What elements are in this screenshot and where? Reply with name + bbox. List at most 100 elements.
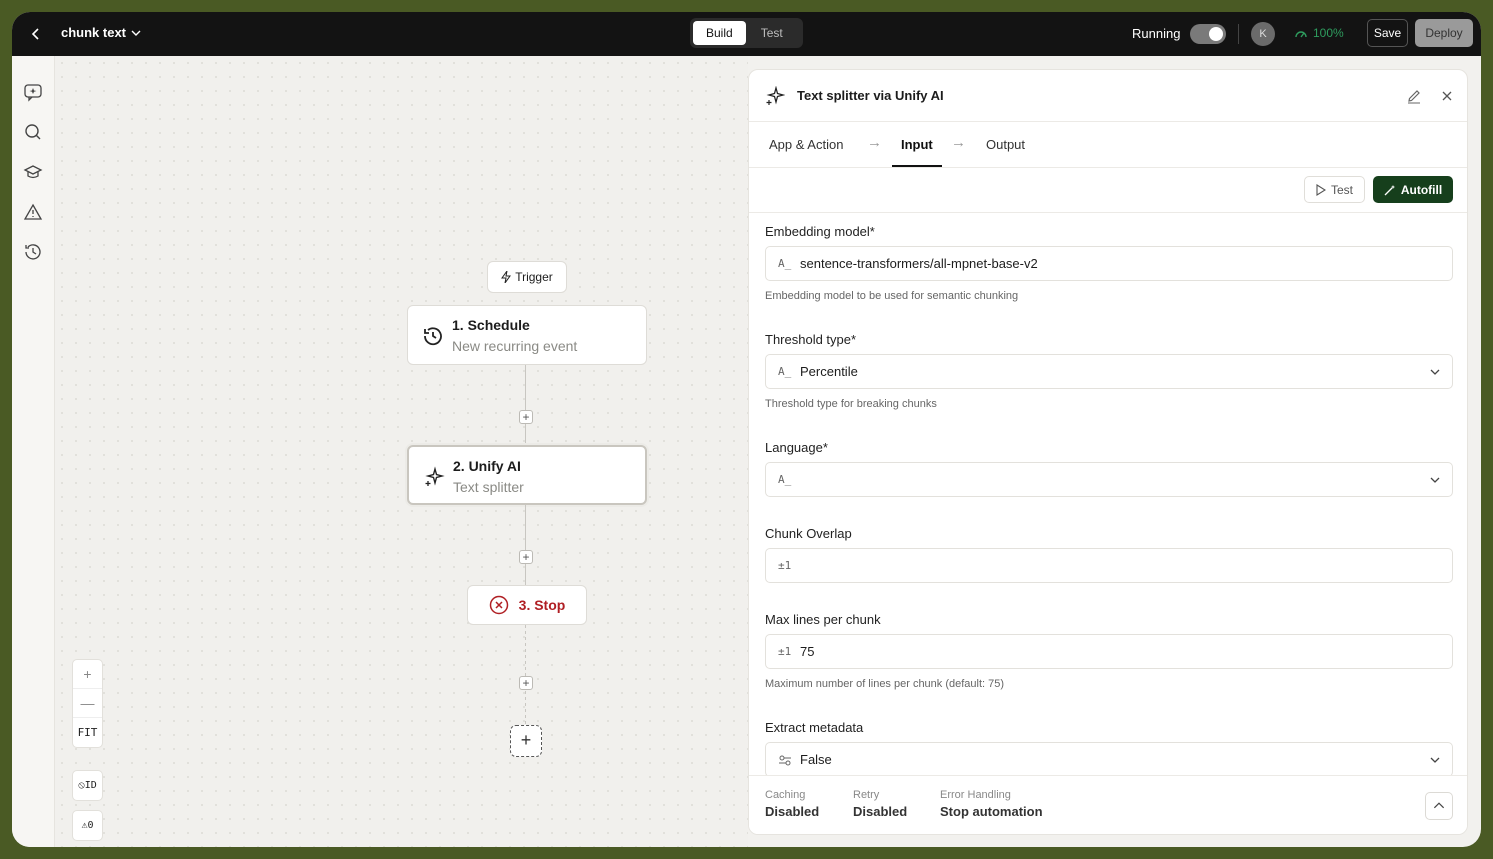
connector xyxy=(525,505,526,585)
chevron-up-icon[interactable] xyxy=(1425,792,1453,820)
max-lines-label: Max lines per chunk xyxy=(765,612,881,627)
language-label: Language* xyxy=(765,440,828,455)
caching-label: Caching xyxy=(765,789,806,801)
top-bar: chunk text Build Test Running K 100% Sav… xyxy=(12,12,1481,56)
trigger-label: Trigger xyxy=(515,270,553,284)
autofill-label: Autofill xyxy=(1400,182,1443,197)
trigger-node[interactable]: Trigger xyxy=(487,261,567,293)
deploy-button[interactable]: Deploy xyxy=(1415,19,1473,47)
retry-label: Retry xyxy=(853,789,880,801)
toggle-ids-button[interactable]: ⦸ID xyxy=(72,770,103,801)
close-icon[interactable] xyxy=(1439,88,1455,104)
text-type-icon: A̲ xyxy=(778,473,792,486)
sparkle-chat-icon[interactable] xyxy=(23,82,43,102)
max-lines-field[interactable]: ±1 75 xyxy=(765,634,1453,669)
clock-refresh-icon xyxy=(424,327,442,346)
caching-value: Disabled xyxy=(765,804,820,819)
threshold-type-label: Threshold type* xyxy=(765,332,857,347)
number-type-icon: ±1 xyxy=(778,645,792,658)
text-type-icon: A̲ xyxy=(778,365,792,378)
sparkles-icon xyxy=(766,86,785,105)
panel-tabs: App & Action → Input → Output xyxy=(749,122,1467,168)
tab-test[interactable]: Test xyxy=(748,21,796,45)
edit-pencil-icon[interactable] xyxy=(1406,88,1422,104)
history-icon[interactable] xyxy=(23,242,43,262)
active-tab-indicator xyxy=(892,165,942,167)
extract-metadata-value: False xyxy=(800,752,832,767)
max-lines-help: Maximum number of lines per chunk (defau… xyxy=(765,678,1005,690)
mode-switcher: Build Test xyxy=(690,18,803,48)
retry-setting[interactable]: Retry Disabled xyxy=(853,789,907,819)
add-step-button[interactable]: + xyxy=(519,550,533,564)
graduation-cap-icon[interactable] xyxy=(23,162,43,182)
step-schedule[interactable]: 1. Schedule New recurring event xyxy=(407,305,647,365)
play-icon xyxy=(1316,183,1326,196)
divider xyxy=(1238,24,1239,44)
input-form: Embedding model* A̲ sentence-transformer… xyxy=(749,213,1467,775)
zoom-out-button[interactable]: — xyxy=(73,689,102,718)
step-title: 2. Unify AI xyxy=(453,458,521,474)
language-select[interactable]: A̲ xyxy=(765,462,1453,497)
warning-icon[interactable] xyxy=(23,202,43,222)
warnings-button[interactable]: ⚠0 xyxy=(72,810,103,841)
error-handling-setting[interactable]: Error Handling Stop automation xyxy=(940,789,1043,819)
arrow-right-icon: → xyxy=(867,134,882,151)
autofill-button[interactable]: Autofill xyxy=(1373,176,1453,203)
tab-app-action[interactable]: App & Action xyxy=(769,137,843,152)
stop-circle-x-icon xyxy=(489,595,508,615)
magic-wand-icon xyxy=(1384,184,1395,195)
step-stop[interactable]: 3. Stop xyxy=(467,585,587,625)
running-toggle[interactable] xyxy=(1190,24,1226,44)
workflow-canvas[interactable]: Trigger 1. Schedule New recurring event … xyxy=(55,56,748,847)
connector xyxy=(525,625,526,725)
add-step-button[interactable]: + xyxy=(519,410,533,424)
add-node-button[interactable]: + xyxy=(510,725,542,757)
step-subtitle: Text splitter xyxy=(453,479,524,495)
gauge-icon xyxy=(1295,31,1307,38)
stop-label: 3. Stop xyxy=(518,597,566,613)
search-icon[interactable] xyxy=(23,122,43,142)
tab-input[interactable]: Input xyxy=(901,137,933,152)
chevron-down-icon xyxy=(1430,477,1440,483)
save-button[interactable]: Save xyxy=(1367,19,1408,47)
max-lines-value: 75 xyxy=(800,644,815,659)
tab-output[interactable]: Output xyxy=(986,137,1025,152)
left-sidebar xyxy=(12,56,55,847)
chevron-down-icon xyxy=(131,30,141,36)
chevron-down-icon xyxy=(1430,757,1440,763)
panel-header: Text splitter via Unify AI xyxy=(749,70,1467,122)
toggle-type-icon xyxy=(779,755,791,766)
step-subtitle: New recurring event xyxy=(452,338,578,354)
arrow-right-icon: → xyxy=(951,134,966,151)
embedding-model-help: Embedding model to be used for semantic … xyxy=(765,290,1019,302)
chunk-overlap-label: Chunk Overlap xyxy=(765,526,852,541)
caching-setting[interactable]: Caching Disabled xyxy=(765,789,819,819)
retry-value: Disabled xyxy=(853,804,908,819)
threshold-type-select[interactable]: A̲ Percentile xyxy=(765,354,1453,389)
health-value: 100% xyxy=(1313,26,1344,40)
fit-view-button[interactable]: FIT xyxy=(73,718,102,747)
step-unify-ai[interactable]: 2. Unify AI Text splitter xyxy=(407,445,647,505)
health-indicator: 100% xyxy=(1294,26,1344,40)
avatar[interactable]: K xyxy=(1251,22,1275,46)
back-arrow-icon[interactable] xyxy=(26,24,46,44)
zoom-controls: + — FIT xyxy=(72,659,103,748)
embedding-model-label: Embedding model* xyxy=(765,224,875,239)
app-window: chunk text Build Test Running K 100% Sav… xyxy=(12,12,1481,847)
embedding-model-field[interactable]: A̲ sentence-transformers/all-mpnet-base-… xyxy=(765,246,1453,281)
text-type-icon: A̲ xyxy=(778,257,792,270)
step-title: 1. Schedule xyxy=(452,317,530,333)
lightning-icon xyxy=(501,271,512,283)
chevron-down-icon xyxy=(1430,369,1440,375)
zoom-in-button[interactable]: + xyxy=(73,660,102,689)
chunk-overlap-field[interactable]: ±1 xyxy=(765,548,1453,583)
extract-metadata-select[interactable]: False xyxy=(765,742,1453,775)
add-step-button[interactable]: + xyxy=(519,676,533,690)
test-step-button[interactable]: Test xyxy=(1304,176,1365,203)
panel-footer: Caching Disabled Retry Disabled Error Ha… xyxy=(749,775,1467,834)
tab-build[interactable]: Build xyxy=(693,21,746,45)
workflow-name-dropdown[interactable]: chunk text xyxy=(61,25,142,40)
threshold-type-help: Threshold type for breaking chunks xyxy=(765,398,937,410)
warnings-count: 0 xyxy=(87,820,94,831)
running-label: Running xyxy=(1132,26,1181,41)
